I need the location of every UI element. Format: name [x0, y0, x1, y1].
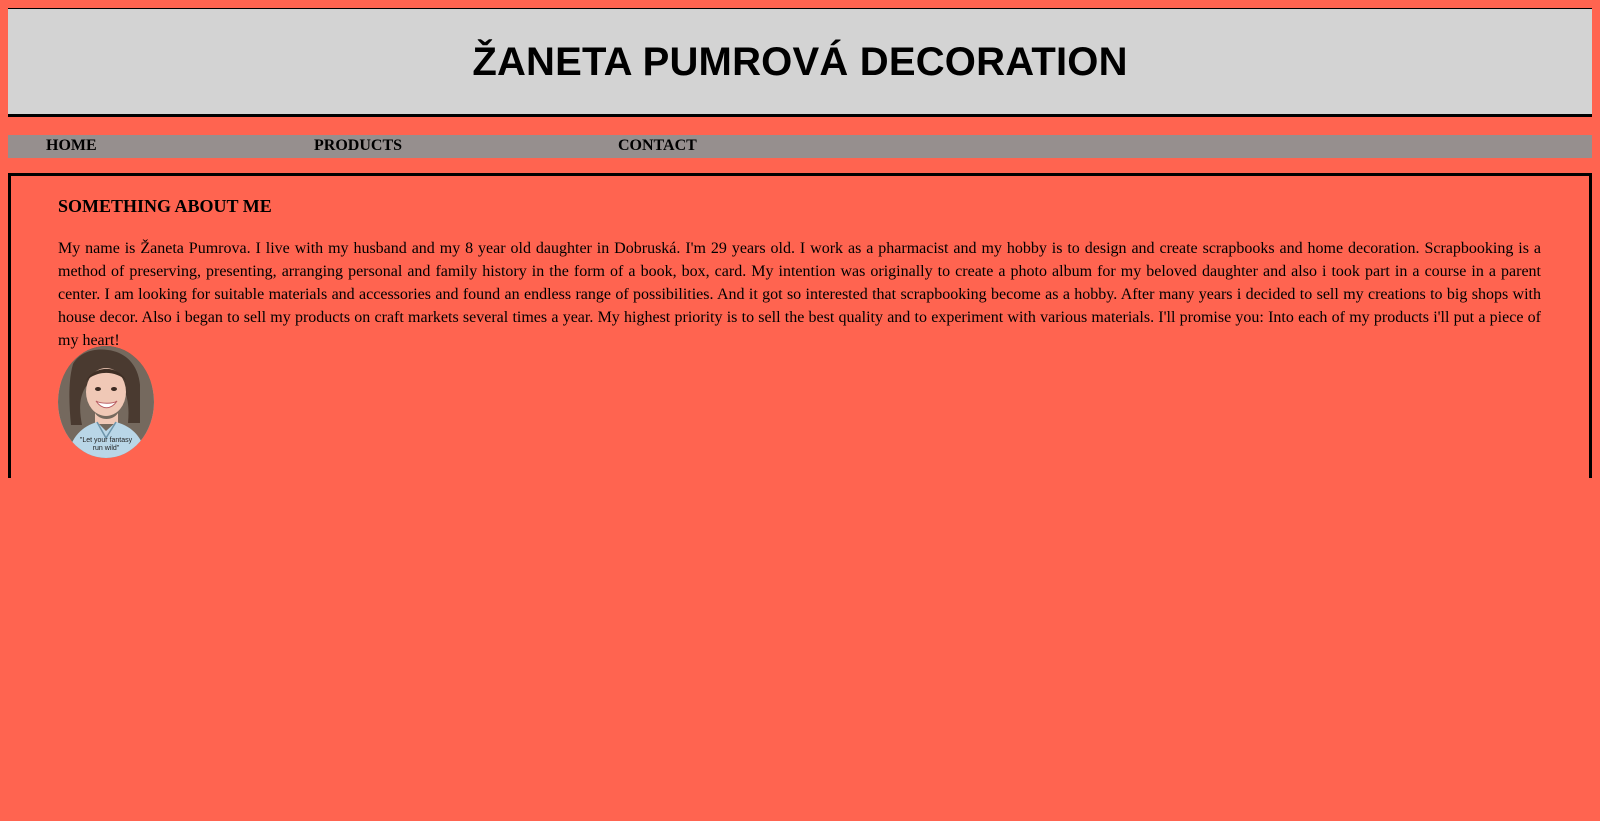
site-title: ŽANETA PUMROVÁ DECORATION — [472, 40, 1128, 84]
site-header: ŽANETA PUMROVÁ DECORATION — [8, 8, 1592, 117]
profile-avatar: "Let your fantasy run wild" — [58, 346, 154, 458]
main-navigation: HOME PRODUCTS CONTACT — [8, 135, 1592, 158]
avatar-portrait-image: "Let your fantasy run wild" — [58, 346, 154, 458]
nav-contact-link[interactable]: CONTACT — [618, 137, 697, 155]
about-paragraph: My name is Žaneta Pumrova. I live with m… — [58, 240, 1541, 349]
section-heading: SOMETHING ABOUT ME — [58, 196, 272, 216]
avatar-caption-line-2: run wild" — [93, 445, 120, 452]
avatar-caption-line-1: "Let your fantasy — [80, 437, 133, 444]
about-section: SOMETHING ABOUT ME My name is Žaneta Pum… — [8, 173, 1592, 478]
nav-products-link[interactable]: PRODUCTS — [314, 137, 402, 155]
nav-home-link[interactable]: HOME — [46, 137, 97, 155]
